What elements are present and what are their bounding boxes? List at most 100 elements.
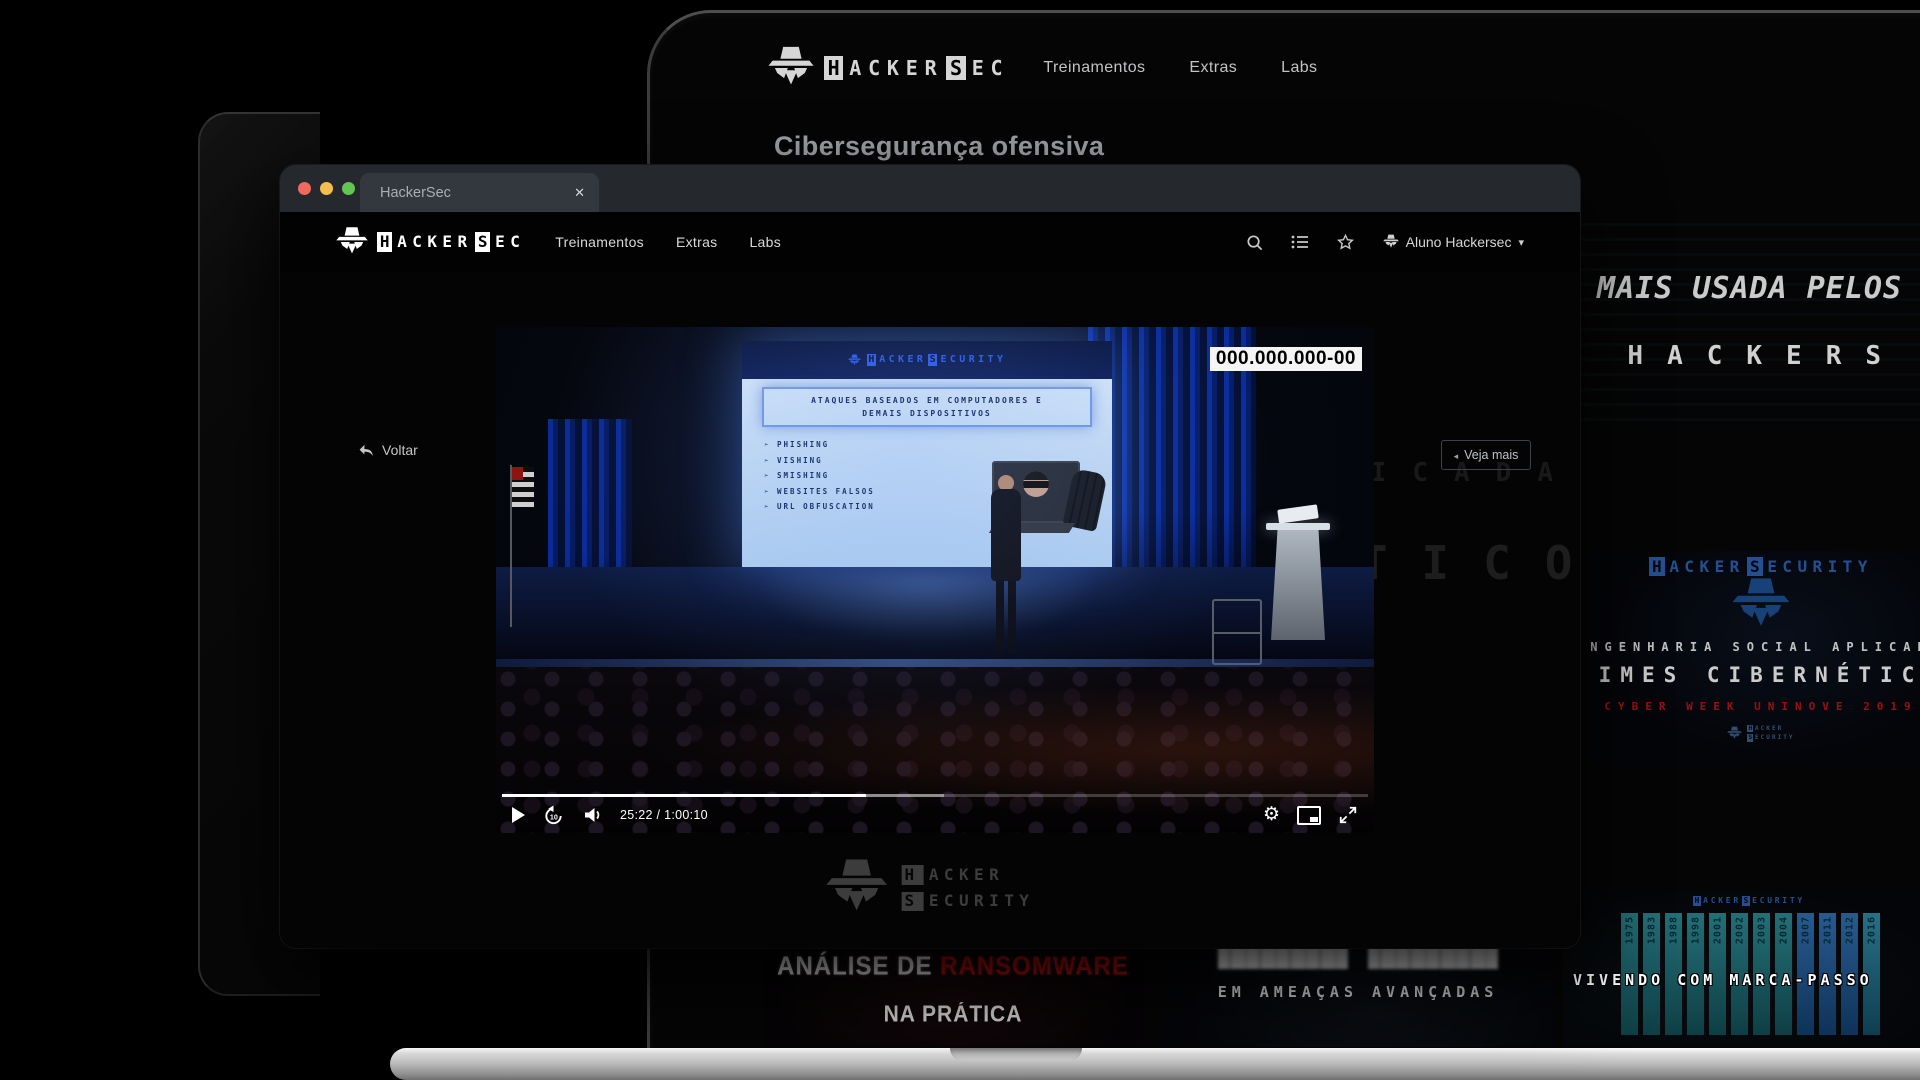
year-label: 2016	[1866, 916, 1877, 944]
video-controls: 10 25:22 / 1:00:10	[496, 800, 1374, 830]
user-avatar-icon	[1383, 234, 1399, 250]
back-nav-treinamentos[interactable]: Treinamentos	[1043, 59, 1145, 77]
fb-acker: ACKER	[1755, 726, 1783, 732]
stage-floor-reflection	[754, 571, 1100, 643]
podium-laptop	[1277, 504, 1319, 523]
equipment-cart	[1212, 599, 1262, 665]
thumb-ransomware-title: ANÁLISE DE RANSOMWARE	[763, 952, 1143, 982]
slide-header: HACKERSECURITY	[742, 341, 1112, 379]
wordmark-acker: ACKER	[397, 234, 472, 250]
year-label: 1988	[1668, 916, 1679, 944]
settings-gear-icon[interactable]	[1263, 805, 1280, 825]
hackersec-logo[interactable]: HACKERSEC	[768, 45, 1009, 91]
back-arrow-icon	[358, 443, 374, 458]
wordmark-ec: EC	[972, 58, 1010, 78]
fw-acker: ACKER	[929, 867, 1004, 883]
hackersec-logo[interactable]: HACKERSEC	[336, 226, 525, 258]
picture-in-picture-button[interactable]	[1297, 806, 1321, 825]
slide-title-line1: ATAQUES BASEADOS EM COMPUTADORES E	[768, 394, 1086, 407]
brand-h: H	[1649, 557, 1664, 576]
sb-h: H	[867, 354, 877, 366]
stage-edge	[496, 659, 1374, 667]
page-content: ENGENHARIA SOCIAL APLICADA CRIMES CIBERN…	[280, 272, 1580, 948]
pb-acker: ACKER	[1703, 897, 1741, 905]
volume-button[interactable]	[582, 805, 603, 825]
fb-ecurity: ECURITY	[1755, 735, 1795, 741]
projection-screen: HACKERSECURITY ATAQUES BASEADOS EM COMPU…	[742, 341, 1112, 567]
video-player[interactable]: HACKERSECURITY ATAQUES BASEADOS EM COMPU…	[496, 327, 1374, 833]
brand-acker: ACKER	[1669, 559, 1744, 575]
zoom-window-button[interactable]	[342, 182, 355, 195]
tab-title: HackerSec	[380, 185, 574, 201]
back-page-title: Cibersegurança ofensiva	[774, 131, 1104, 162]
year-label: 2002	[1734, 916, 1745, 944]
hacker-security-mascot-icon	[1732, 576, 1790, 634]
close-window-button[interactable]	[298, 182, 311, 195]
nav-treinamentos[interactable]: Treinamentos	[555, 234, 644, 250]
thumb-crimes-line1: ENGENHARIA SOCIAL APLICADA	[1591, 640, 1920, 654]
pb-s: S	[1742, 896, 1750, 906]
favorites-star-icon[interactable]	[1336, 233, 1355, 252]
browser-titlebar: HackerSec ✕	[280, 165, 1580, 212]
promo-text-line1: MAIS USADA PELOS	[1580, 271, 1902, 306]
hackersec-mascot-icon	[336, 226, 368, 258]
footer-brand-line2: SECURITY	[1747, 734, 1794, 741]
hacker-security-brand-small: HACKERSECURITY	[1649, 557, 1873, 576]
thumbnail-marca-passo[interactable]: HACKERSECURITY 1975 1983 1988 1998 2001 …	[1563, 891, 1920, 1047]
back-link[interactable]: Voltar	[358, 442, 418, 458]
chevron-down-icon	[1518, 233, 1524, 251]
fullscreen-button[interactable]	[1338, 805, 1358, 825]
hackersec-mascot-icon	[768, 45, 814, 91]
browser-tab[interactable]: HackerSec ✕	[360, 173, 599, 212]
hacker-security-mascot-icon	[826, 857, 888, 919]
slide-body: ATAQUES BASEADOS EM COMPUTADORES E DEMAI…	[742, 379, 1112, 567]
back-nav-extras[interactable]: Extras	[1189, 59, 1237, 77]
video-progress-bar[interactable]	[502, 794, 1368, 797]
wordmark-h: H	[377, 232, 392, 251]
year-label: 1998	[1690, 916, 1701, 944]
wordmark-acker: ACKER	[849, 58, 943, 78]
year-label: 2011	[1822, 916, 1833, 944]
mascot-icon-tiny	[1727, 726, 1742, 741]
site-nav: Treinamentos Extras Labs	[555, 234, 781, 250]
wordmark-h: H	[824, 56, 843, 80]
see-more-button[interactable]: Veja mais	[1441, 440, 1531, 470]
minimize-window-button[interactable]	[320, 182, 333, 195]
rewind-step-label: 10	[550, 813, 558, 821]
thumb-pacemaker-title: VIVENDO COM MARCA-PASSO	[1573, 971, 1873, 989]
pb-h: H	[1693, 896, 1701, 906]
nav-extras[interactable]: Extras	[676, 234, 717, 250]
year-label: 2007	[1800, 916, 1811, 944]
sb-s: S	[928, 354, 938, 366]
nav-labs[interactable]: Labs	[749, 234, 781, 250]
year-label: 2012	[1844, 916, 1855, 944]
slide-brand-wordmark: HACKERSECURITY	[867, 354, 1007, 366]
wordmark-ec: EC	[495, 234, 525, 250]
slide-title: ATAQUES BASEADOS EM COMPUTADORES E DEMAI…	[762, 387, 1092, 427]
navbar-icons: Aluno Hackersec	[1245, 233, 1524, 252]
footer-wordmark-line1: H ACKER	[902, 865, 1035, 884]
thumb-pacemaker-brand: HACKERSECURITY	[1563, 896, 1920, 906]
sb-acker: ACKER	[879, 355, 926, 365]
screenshot-stage: HACKERSEC Treinamentos Extras Labs Ciber…	[0, 0, 1920, 1080]
promo-text-line2: HACKERS	[1570, 341, 1905, 371]
hackersec-wordmark: HACKERSEC	[377, 232, 525, 251]
play-button[interactable]	[512, 807, 525, 823]
thumb-ransomware-subtitle: NA PRÁTICA	[763, 1002, 1143, 1028]
playlist-icon[interactable]	[1290, 233, 1310, 251]
year-label: 1975	[1624, 916, 1635, 944]
fw-h: H	[902, 865, 924, 884]
footer-wordmark-line2: SECURITY	[902, 892, 1035, 911]
thumb-crimes-footer-logo: HACKER SECURITY	[1727, 725, 1794, 741]
laptop-base	[390, 1048, 1920, 1080]
search-icon[interactable]	[1245, 233, 1264, 252]
user-menu[interactable]: Aluno Hackersec	[1383, 233, 1524, 251]
rewind-10-button[interactable]: 10	[542, 804, 565, 827]
thumbnail-crimes-ciberneticos[interactable]: H ACKER SECURITY ENGENHARIA SOCIAL APLICAD…	[1591, 551, 1920, 765]
code-texture-art	[1580, 223, 1920, 433]
front-browser-window: HackerSec ✕ HACKERSEC Treinamentos Extra…	[280, 165, 1580, 948]
tab-close-icon[interactable]: ✕	[574, 185, 585, 201]
back-nav-labs[interactable]: Labs	[1281, 59, 1317, 77]
back-site-nav: Treinamentos Extras Labs	[1043, 59, 1317, 77]
sb-ecurity: ECURITY	[940, 355, 1006, 365]
